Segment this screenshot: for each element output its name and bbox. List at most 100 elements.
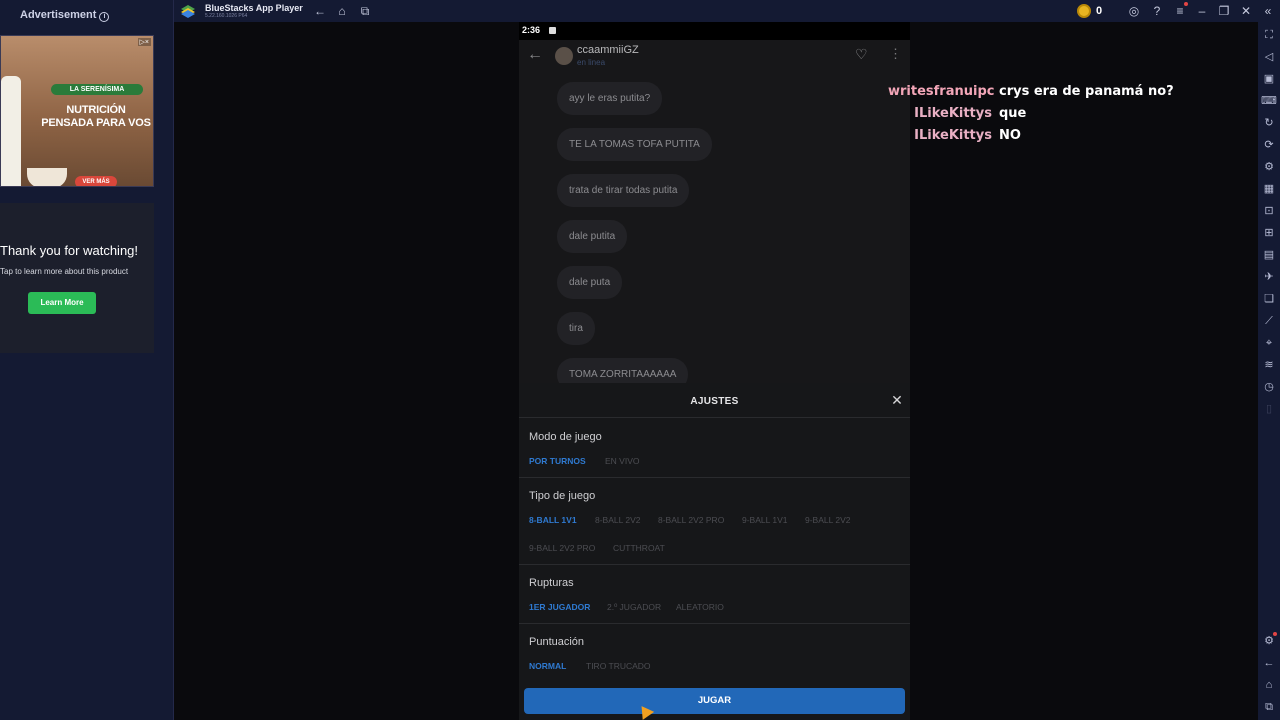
record-icon[interactable]: ⊞ <box>1261 225 1277 241</box>
option-8ball-2v2[interactable]: 8-BALL 2V2 <box>595 515 641 525</box>
message-bubble: tira <box>557 312 595 345</box>
chat-contact-status: en linea <box>577 58 606 67</box>
macro-icon[interactable]: ↻ <box>1261 115 1277 131</box>
android-home-icon[interactable]: ⌂ <box>1261 677 1277 693</box>
message-bubble: dale putita <box>557 220 628 253</box>
divider <box>519 564 910 565</box>
option-en-vivo[interactable]: EN VIVO <box>605 456 639 466</box>
ad-cta-button[interactable]: VER MÁS <box>75 176 117 186</box>
android-screen: 2:36 ← ccaammiiGZ en linea ♡ ⋮ ayy le er… <box>519 22 910 720</box>
chat-message: crys era de panamá no? <box>999 84 1174 99</box>
section-label-scoring: Puntuación <box>529 636 585 648</box>
ad-brand-logo: LA SERENÍSIMA <box>51 84 143 95</box>
coins-counter[interactable]: 0 <box>1077 3 1102 19</box>
collapse-sidebar-icon[interactable]: « <box>1260 3 1276 19</box>
airplane-icon[interactable]: ✈ <box>1261 269 1277 285</box>
keyboard-icon[interactable]: ⌨ <box>1261 93 1277 109</box>
ad-banner[interactable]: LA SERENÍSIMA NUTRICIÓN PENSADA PARA VOS… <box>0 35 154 187</box>
more-options-icon[interactable]: ⋮ <box>889 46 902 62</box>
account-icon[interactable]: ◎ <box>1126 3 1142 19</box>
message-bubble: TE LA TOMAS TOFA PUTITA <box>557 128 712 161</box>
chat-back-icon[interactable]: ← <box>527 46 543 64</box>
volume-icon[interactable]: ◁ <box>1261 49 1277 65</box>
ad-headline: NUTRICIÓN PENSADA PARA VOS <box>41 104 151 129</box>
chat-contact-name[interactable]: ccaammiiGZ <box>577 44 639 56</box>
bluestacks-titlebar: BlueStacks App Player 5.22.160.1026 P64 … <box>174 0 1280 22</box>
message-bubble: trata de tirar todas putita <box>557 174 690 207</box>
apk-icon[interactable]: ▦ <box>1261 181 1277 197</box>
option-9ball-2v2[interactable]: 9-BALL 2V2 <box>805 515 851 525</box>
fullscreen-icon[interactable]: ⛶ <box>1261 27 1277 43</box>
settings-title: AJUSTES <box>690 396 739 407</box>
avatar[interactable] <box>555 47 573 65</box>
coin-icon <box>1077 4 1091 18</box>
message-bubble: dale puta <box>557 266 623 299</box>
disabled-tool-icon: ▯ <box>1265 403 1273 415</box>
media-icon[interactable]: ▣ <box>1261 71 1277 87</box>
location-icon[interactable]: ⌖ <box>1261 335 1277 351</box>
play-button[interactable]: JUGAR <box>524 688 905 714</box>
ad-sub-text: Tap to learn more about this product <box>0 267 129 276</box>
notification-icon <box>549 27 556 34</box>
status-bar: 2:36 <box>519 22 910 40</box>
option-normal[interactable]: NORMAL <box>529 661 566 671</box>
option-1er-jugador[interactable]: 1ER JUGADOR <box>529 602 590 612</box>
ad-label-text: Advertisement <box>20 9 97 21</box>
screenshot-icon[interactable]: ⊡ <box>1261 203 1277 219</box>
option-2do-jugador[interactable]: 2.º JUGADOR <box>607 602 661 612</box>
option-por-turnos[interactable]: POR TURNOS <box>529 456 586 466</box>
option-8ball-1v1[interactable]: 8-BALL 1V1 <box>529 515 577 525</box>
milk-bottle-image <box>1 76 21 186</box>
learn-more-button[interactable]: Learn More <box>28 292 96 314</box>
android-back-icon[interactable]: ← <box>1261 655 1277 671</box>
android-recent-icon[interactable]: ⧉ <box>1261 699 1277 715</box>
chat-message: NO <box>999 128 1021 143</box>
ad-card: Thank you for watching! Tap to learn mor… <box>0 203 154 353</box>
help-icon[interactable]: ? <box>1149 3 1165 19</box>
heart-icon[interactable]: ♡ <box>855 46 868 63</box>
option-9ball-1v1[interactable]: 9-BALL 1V1 <box>742 515 788 525</box>
gamepad-icon[interactable]: ⚙ <box>1261 159 1277 175</box>
section-label-game-type: Tipo de juego <box>529 490 596 502</box>
minimize-icon[interactable]: – <box>1194 3 1210 19</box>
app-title: BlueStacks App Player <box>205 3 303 13</box>
option-9ball-2v2-pro[interactable]: 9-BALL 2V2 PRO <box>529 543 595 553</box>
back-icon[interactable]: ← <box>312 3 328 19</box>
ad-choices-icon[interactable]: ▷× <box>137 38 151 46</box>
eco-mode-icon[interactable]: ⟋ <box>1261 313 1277 329</box>
ad-label: Advertisement i <box>20 9 110 22</box>
divider <box>519 623 910 624</box>
divider <box>519 477 910 478</box>
section-label-breaks: Rupturas <box>529 577 574 589</box>
sync-icon[interactable]: ⟳ <box>1261 137 1277 153</box>
settings-notification-dot <box>1273 632 1277 636</box>
info-icon[interactable]: i <box>99 12 110 22</box>
gallery-icon[interactable]: ▤ <box>1261 247 1277 263</box>
notification-dot <box>1184 2 1188 6</box>
ad-sidebar: Advertisement i LA SERENÍSIMA NUTRICIÓN P… <box>0 0 174 720</box>
multi-instance-icon[interactable]: ❏ <box>1261 291 1277 307</box>
message-bubble: ayy le eras putita? <box>557 82 663 115</box>
speed-icon[interactable]: ◷ <box>1261 379 1277 395</box>
restore-icon[interactable]: ❐ <box>1216 3 1232 19</box>
close-window-icon[interactable]: ✕ <box>1238 3 1254 19</box>
option-8ball-2v2-pro[interactable]: 8-BALL 2V2 PRO <box>658 515 724 525</box>
option-aleatorio[interactable]: ALEATORIO <box>676 602 724 612</box>
bluestacks-logo-icon <box>181 5 195 18</box>
settings-sheet: AJUSTES ✕ Modo de juego POR TURNOS EN VI… <box>519 383 910 720</box>
option-cutthroat[interactable]: CUTTHROAT <box>613 543 665 553</box>
chat-username: writesfranuipc <box>888 84 995 99</box>
section-label-game-mode: Modo de juego <box>529 431 602 443</box>
layers-icon[interactable]: ≋ <box>1261 357 1277 373</box>
status-time: 2:36 <box>522 25 541 35</box>
divider <box>519 417 910 418</box>
option-tiro-trucado[interactable]: TIRO TRUCADO <box>586 661 651 671</box>
close-icon[interactable]: ✕ <box>889 392 905 408</box>
chat-username: ILikeKittys <box>914 106 992 121</box>
recent-apps-icon[interactable]: ⧉ <box>357 3 373 19</box>
chat-message: que <box>999 106 1027 121</box>
bluestacks-right-toolbar: ⛶ ◁ ▣ ⌨ ↻ ⟳ ⚙ ▦ ⊡ ⊞ ▤ ✈ ❏ ⟋ ⌖ ≋ ◷ ▯ ⚙ ← … <box>1258 22 1280 720</box>
home-icon[interactable]: ⌂ <box>334 3 350 19</box>
coffee-cup-image <box>27 168 67 186</box>
ad-thanks-text: Thank you for watching! <box>0 243 139 258</box>
